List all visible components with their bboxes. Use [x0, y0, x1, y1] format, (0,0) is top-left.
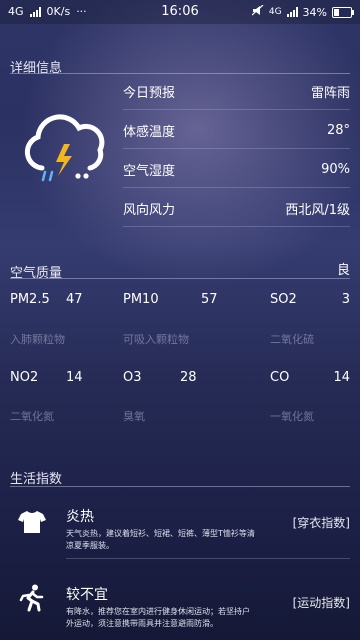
- life-item-exercise[interactable]: 较不宜 有降水，推荐您在室内进行健身休闲运动；若坚持户外运动，须注意携带雨具并注…: [0, 562, 360, 640]
- network-type-2: 4G: [268, 7, 282, 17]
- tshirt-icon: [18, 510, 46, 538]
- aq-name-pm25: PM2.5: [10, 292, 50, 307]
- aq-desc-no2: 二氧化氮: [10, 410, 54, 423]
- aq-name-so2: SO2: [270, 292, 297, 307]
- aq-value-pm10: 57: [201, 292, 218, 307]
- status-bar: 4G 0K/s ··· 16:06 4G 34%: [0, 0, 360, 24]
- life-index-title: 生活指数: [10, 472, 63, 487]
- detail-label: 风向风力: [123, 202, 176, 218]
- detail-label: 今日预报: [123, 85, 176, 101]
- row-divider: [123, 109, 350, 110]
- life-item-divider: [66, 558, 350, 559]
- status-right: 4G 34%: [251, 4, 354, 19]
- aq-desc-pm25: 入肺颗粒物: [10, 333, 65, 346]
- air-quality-level: 良: [336, 263, 350, 278]
- detail-label: 空气湿度: [123, 163, 176, 179]
- aq-value-pm25: 47: [66, 292, 83, 307]
- mute-icon: [251, 4, 264, 19]
- detail-row-feels-like: 体感温度 28°: [123, 111, 350, 149]
- life-item-desc: 天气炎热，建议着短衫、短裙、短裤、薄型T恤衫等清凉夏季服装。: [66, 529, 255, 550]
- row-divider: [123, 226, 350, 227]
- signal-icon-2: [286, 7, 298, 17]
- aq-value-so2: 3: [341, 292, 350, 307]
- life-item-tag: [穿衣指数]: [292, 516, 350, 530]
- detail-value: 西北风/1级: [285, 202, 350, 218]
- aq-name-no2: NO2: [10, 370, 39, 385]
- battery-icon: [332, 6, 354, 18]
- detail-value: 90%: [321, 161, 350, 177]
- aq-desc-o3: 臭氧: [123, 410, 145, 423]
- air-quality-divider: [10, 278, 350, 279]
- life-item-clothing[interactable]: 炎热 天气炎热，建议着短衫、短裙、短裤、薄型T恤衫等清凉夏季服装。 [穿衣指数]: [0, 490, 360, 560]
- detail-row-humidity: 空气湿度 90%: [123, 150, 350, 188]
- life-index-divider: [10, 486, 350, 487]
- life-item-title: 较不宜: [66, 587, 108, 603]
- row-divider: [123, 187, 350, 188]
- life-item-title: 炎热: [66, 509, 94, 525]
- aq-value-o3: 28: [180, 370, 197, 385]
- life-item-tag: [运动指数]: [292, 596, 350, 610]
- detail-row-wind: 风向风力 西北风/1级: [123, 189, 350, 227]
- thunderstorm-icon: [24, 110, 108, 190]
- life-item-desc: 有降水，推荐您在室内进行健身休闲运动；若坚持户外运动，须注意携带雨具并注意避雨防…: [66, 607, 250, 628]
- detail-value: 雷阵雨: [310, 85, 350, 101]
- running-icon: [18, 584, 46, 616]
- aq-desc-so2: 二氧化硫: [270, 333, 314, 346]
- aq-name-o3: O3: [123, 370, 142, 385]
- battery-percent: 34%: [302, 5, 327, 19]
- detail-label: 体感温度: [123, 124, 176, 140]
- detail-row-forecast: 今日预报 雷阵雨: [123, 72, 350, 110]
- row-divider: [123, 148, 350, 149]
- aq-desc-co: 一氧化氮: [270, 410, 314, 423]
- detail-value: 28°: [326, 122, 350, 138]
- aq-value-no2: 14: [66, 370, 83, 385]
- aq-name-co: CO: [270, 370, 290, 385]
- aq-value-co: 14: [333, 370, 350, 385]
- aq-desc-pm10: 可吸入颗粒物: [123, 333, 189, 346]
- aq-name-pm10: PM10: [123, 292, 159, 307]
